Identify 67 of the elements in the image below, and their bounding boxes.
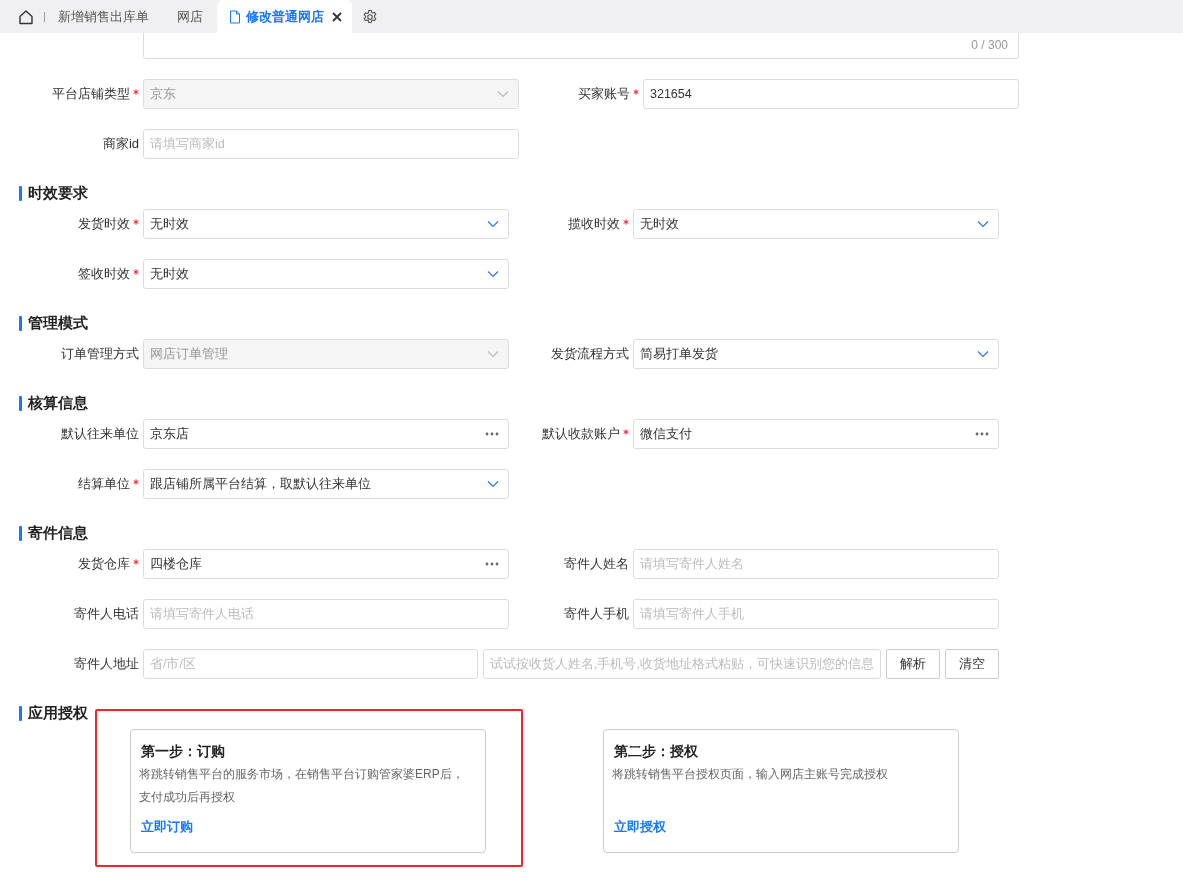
field-label: 签收时效 <box>78 265 130 283</box>
field-label: 订单管理方式 <box>61 345 139 363</box>
chevron-down-icon <box>977 220 989 228</box>
dropdown[interactable]: 无时效 <box>633 209 999 239</box>
section-accent-bar <box>19 185 22 201</box>
field-label: 发货流程方式 <box>551 345 629 363</box>
chevron-down-icon <box>487 220 499 228</box>
chevron-down-icon <box>497 90 509 98</box>
field-label: 平台店铺类型 <box>52 85 130 103</box>
chevron-down-icon <box>487 350 499 358</box>
section-accent-bar <box>19 705 22 721</box>
section-accent-bar <box>19 315 22 331</box>
field-label: 寄件人电话 <box>74 605 139 623</box>
field-label: 结算单位 <box>78 475 130 493</box>
dropdown[interactable]: 简易打单发货 <box>633 339 999 369</box>
field-label: 寄件人手机 <box>564 605 629 623</box>
field-label: 寄件人地址 <box>74 655 139 673</box>
field-label: 揽收时效 <box>568 215 620 233</box>
section-title: 寄件信息 <box>28 523 88 543</box>
field-label: 寄件人姓名 <box>564 555 629 573</box>
field-label: 默认收款账户 <box>542 425 620 443</box>
input-field[interactable]: 省/市/区 <box>143 649 478 679</box>
close-icon[interactable] <box>332 11 342 22</box>
input-field[interactable]: 试试按收货人姓名,手机号,收货地址格式粘贴，可快速识别您的信息 <box>483 649 881 679</box>
link[interactable]: 立即授权 <box>612 819 666 836</box>
input-field[interactable]: 请填写寄件人电话 <box>143 599 509 629</box>
card-title: 第一步：订购 <box>140 743 226 761</box>
dropdown[interactable]: 无时效 <box>143 259 509 289</box>
button[interactable]: 清空 <box>945 649 999 679</box>
section-title: 核算信息 <box>28 393 88 413</box>
link[interactable]: 立即订购 <box>139 819 193 836</box>
home-icon[interactable] <box>18 8 34 25</box>
ellipsis-icon[interactable] <box>975 432 989 436</box>
ellipsis-icon[interactable] <box>485 562 499 566</box>
lookup-field[interactable]: 四楼仓库 <box>143 549 509 579</box>
field-label: 默认往来单位 <box>61 425 139 443</box>
dropdown[interactable]: 跟店铺所属平台结算，取默认往来单位 <box>143 469 509 499</box>
tab[interactable]: 网店 <box>163 0 217 33</box>
section-title: 时效要求 <box>28 183 88 203</box>
field-label: 发货仓库 <box>78 555 130 573</box>
document-icon <box>229 9 241 24</box>
button[interactable]: 解析 <box>886 649 940 679</box>
tab[interactable]: 新增销售出库单 <box>44 0 163 33</box>
character-counter: 0 / 300 <box>971 38 1008 52</box>
lookup-field[interactable]: 微信支付 <box>633 419 999 449</box>
dropdown[interactable]: 无时效 <box>143 209 509 239</box>
section-accent-bar <box>19 525 22 541</box>
chevron-down-icon <box>977 350 989 358</box>
field-label: 买家账号 <box>578 85 630 103</box>
section-accent-bar <box>19 395 22 411</box>
tab[interactable]: 修改普通网店 <box>217 0 352 33</box>
card-description: 将跳转销售平台的服务市场，在销售平台订购管家婆ERP后，支付成功后再授权 <box>139 766 465 806</box>
field-label: 商家id <box>102 135 139 153</box>
input-field[interactable]: 请填写寄件人手机 <box>633 599 999 629</box>
input-field[interactable]: 请填写寄件人姓名 <box>633 549 999 579</box>
input-field[interactable]: 321654 <box>643 79 1019 109</box>
chevron-down-icon <box>487 270 499 278</box>
chevron-down-icon <box>487 480 499 488</box>
settings-icon[interactable] <box>362 8 378 25</box>
ellipsis-icon[interactable] <box>485 432 499 436</box>
card-title: 第二步：授权 <box>613 743 699 761</box>
section-title: 应用授权 <box>28 703 88 723</box>
card-description: 将跳转销售平台授权页面，输入网店主账号完成授权 <box>612 766 889 783</box>
input-field[interactable]: 请填写商家id <box>143 129 519 159</box>
section-title: 管理模式 <box>28 313 88 333</box>
field-label: 发货时效 <box>78 215 130 233</box>
lookup-field[interactable]: 京东店 <box>143 419 509 449</box>
